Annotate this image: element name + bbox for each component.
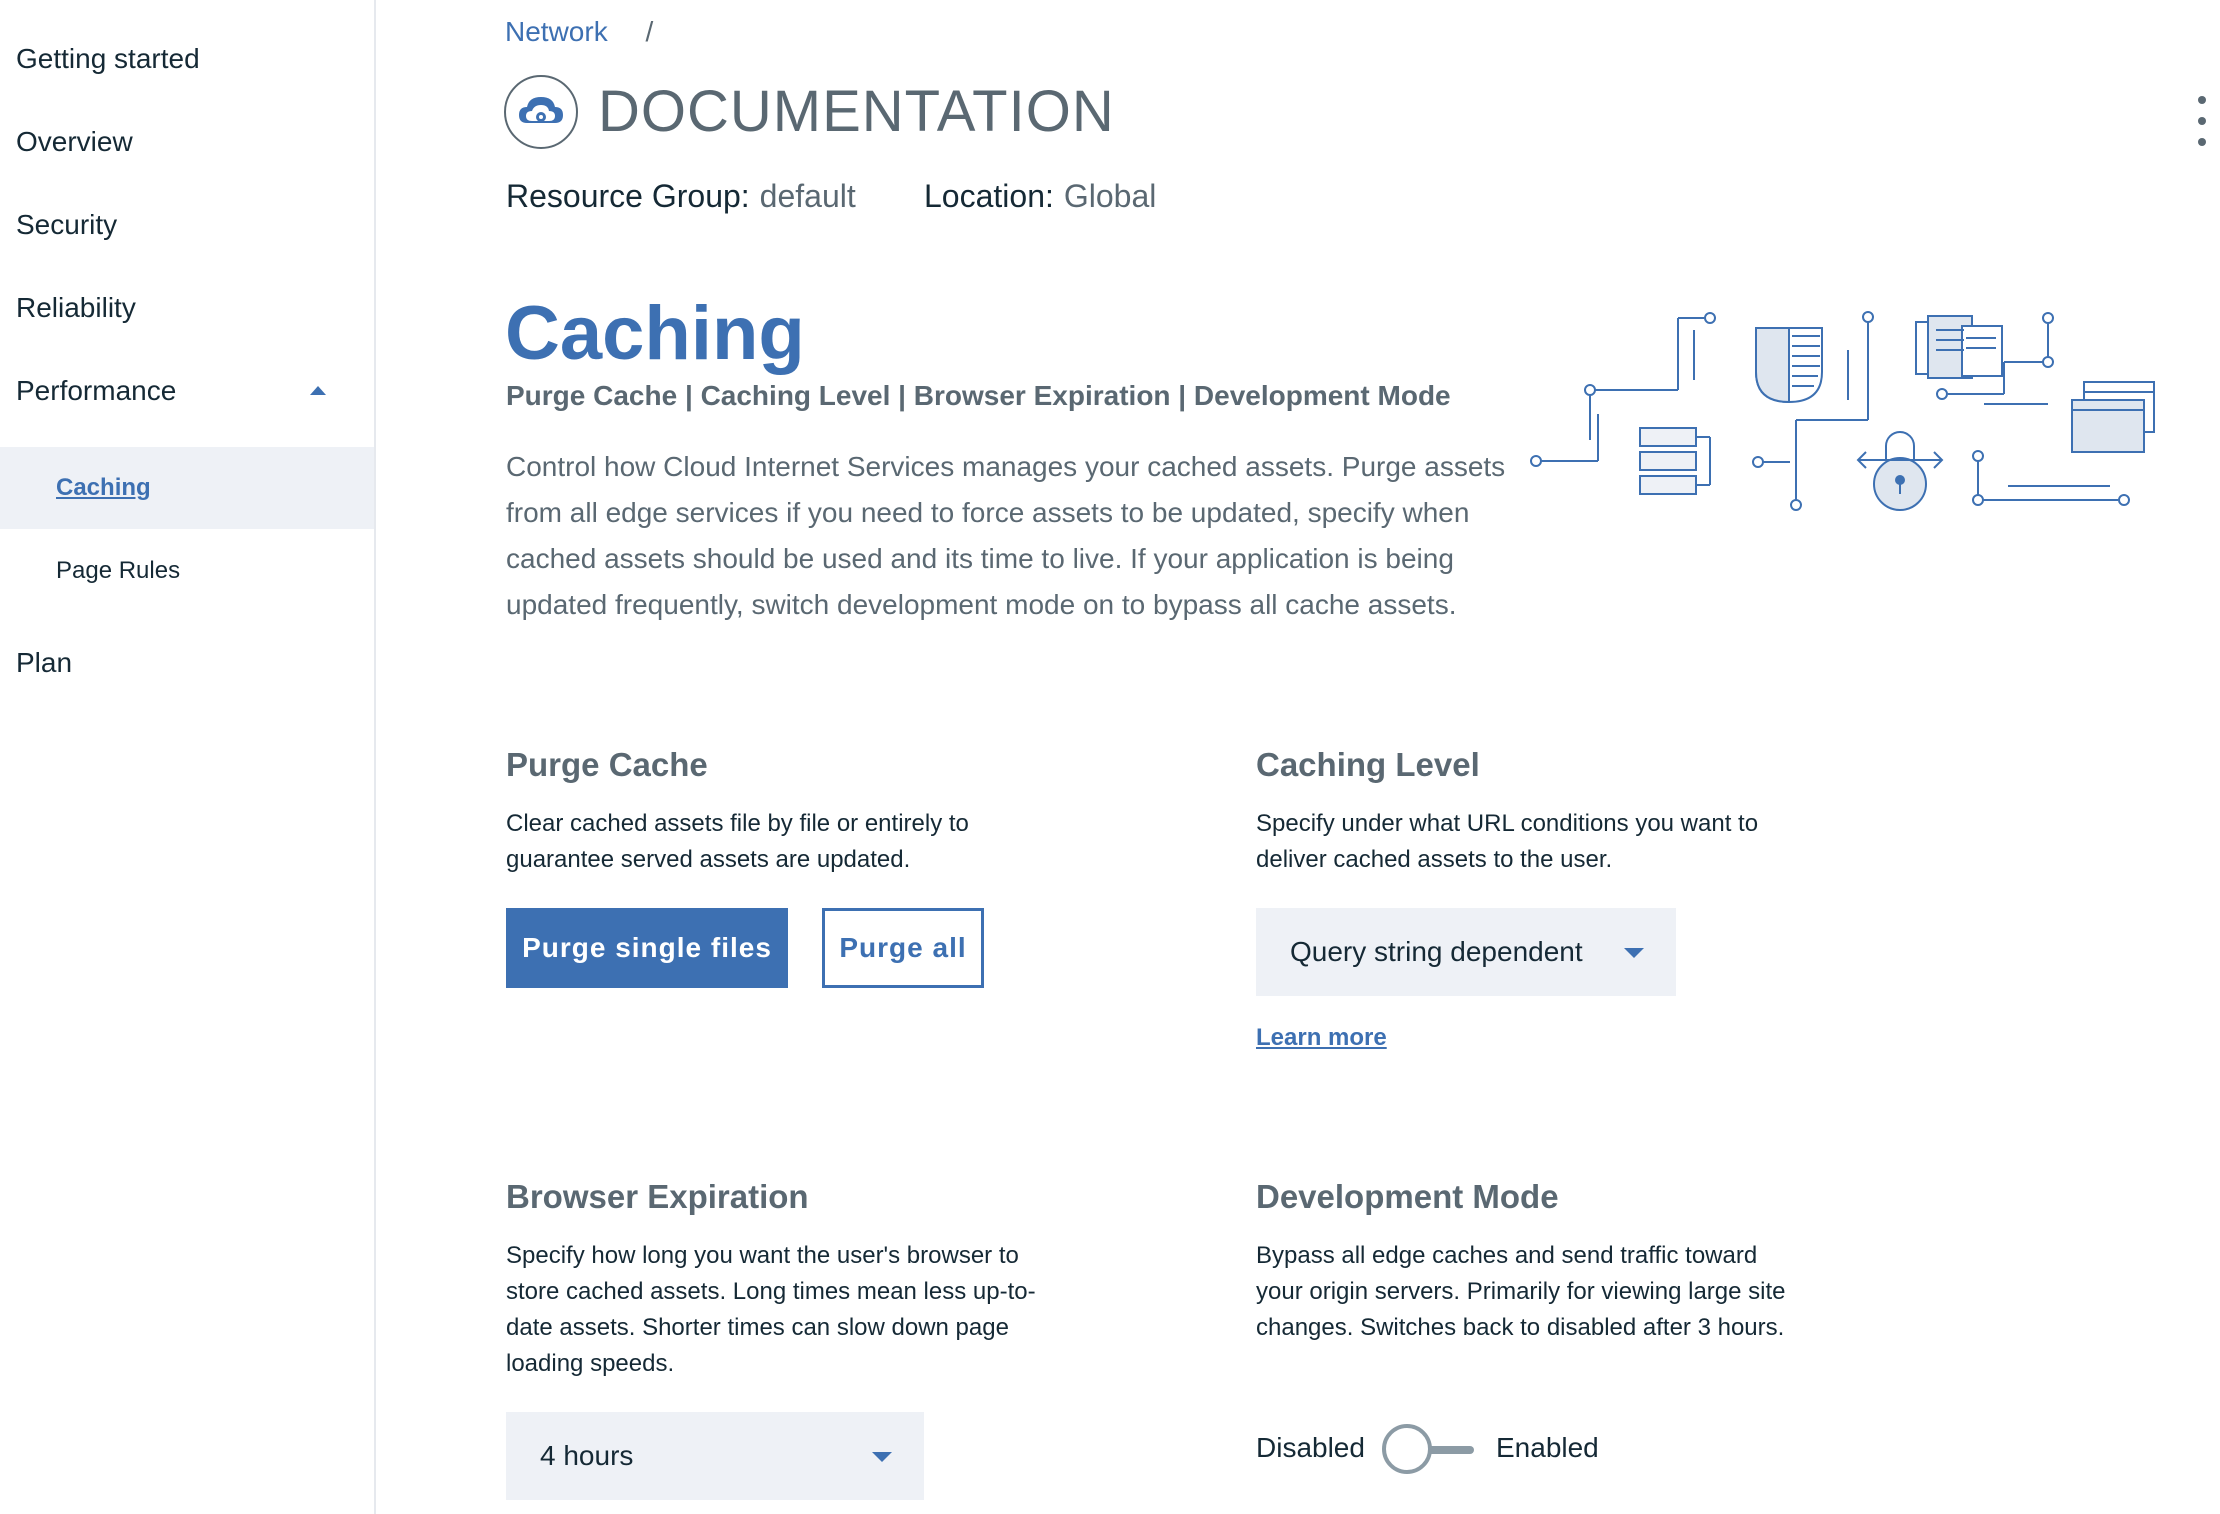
location-label: Location: [924, 178, 1054, 214]
browser-expiration-select[interactable]: 4 hours [506, 1412, 924, 1500]
resource-group-value: default [759, 178, 856, 214]
learn-more-link[interactable]: Learn more [1256, 1024, 1387, 1052]
sidebar-item-label: Performance [16, 375, 177, 406]
section-subnav: Purge Cache | Caching Level | Browser Ex… [506, 380, 1451, 411]
browser-expiration-title: Browser Expiration [506, 1178, 809, 1215]
caching-level-description: Specify under what URL conditions you wa… [1256, 810, 1759, 873]
app-root: Getting started Overview Security Reliab… [0, 0, 2220, 1514]
toggle-on-label: Enabled [1496, 1432, 1599, 1463]
sidebar-item-plan[interactable]: Plan [0, 622, 374, 704]
toggle-knob [1382, 1424, 1432, 1474]
sidebar-item-performance[interactable]: Performance [0, 350, 374, 432]
caching-level-selected: Query string dependent [1290, 936, 1583, 967]
sidebar-item-security[interactable]: Security [0, 184, 374, 266]
sidebar: Getting started Overview Security Reliab… [0, 0, 376, 1514]
toggle-off-label: Disabled [1256, 1432, 1365, 1463]
sidebar-item-overview[interactable]: Overview [0, 101, 374, 183]
location: Location: Global [924, 178, 1156, 215]
caret-down-icon [1624, 948, 1644, 958]
breadcrumb: Network / [505, 16, 653, 48]
resource-group-label: Resource Group: [506, 178, 750, 214]
sidebar-item-getting-started[interactable]: Getting started [0, 18, 374, 100]
sidebar-subitem-page-rules[interactable]: Page Rules [0, 530, 374, 612]
development-mode-description: Bypass all edge caches and send traffic … [1256, 1242, 1786, 1341]
caret-down-icon [872, 1452, 892, 1462]
purge-all-button[interactable]: Purge all [822, 908, 984, 988]
section-title: Caching [505, 291, 805, 376]
purge-cache-title: Purge Cache [506, 746, 708, 783]
overflow-menu-icon[interactable] [2196, 96, 2208, 146]
page-title: DOCUMENTATION [598, 79, 1115, 144]
section-description: Control how Cloud Internet Services mana… [506, 451, 1506, 620]
breadcrumb-link-network[interactable]: Network [505, 16, 608, 47]
caching-level-title: Caching Level [1256, 746, 1480, 783]
breadcrumb-separator: / [645, 16, 654, 47]
development-mode-title: Development Mode [1256, 1178, 1559, 1215]
purge-single-files-button[interactable]: Purge single files [506, 908, 788, 988]
chevron-up-icon [310, 386, 326, 395]
caching-level-select[interactable]: Query string dependent [1256, 908, 1676, 996]
sidebar-item-reliability[interactable]: Reliability [0, 267, 374, 349]
resource-group: Resource Group: default [506, 178, 856, 215]
location-value: Global [1063, 178, 1157, 214]
browser-expiration-selected: 4 hours [540, 1440, 634, 1471]
purge-cache-description: Clear cached assets file by file or enti… [506, 810, 969, 873]
sidebar-subitem-caching[interactable]: Caching [0, 447, 374, 529]
browser-expiration-description: Specify how long you want the user's bro… [506, 1242, 1036, 1377]
development-mode-toggle[interactable] [1382, 1424, 1478, 1476]
network-illustration [1530, 311, 2155, 511]
cloud-service-icon [504, 75, 578, 149]
